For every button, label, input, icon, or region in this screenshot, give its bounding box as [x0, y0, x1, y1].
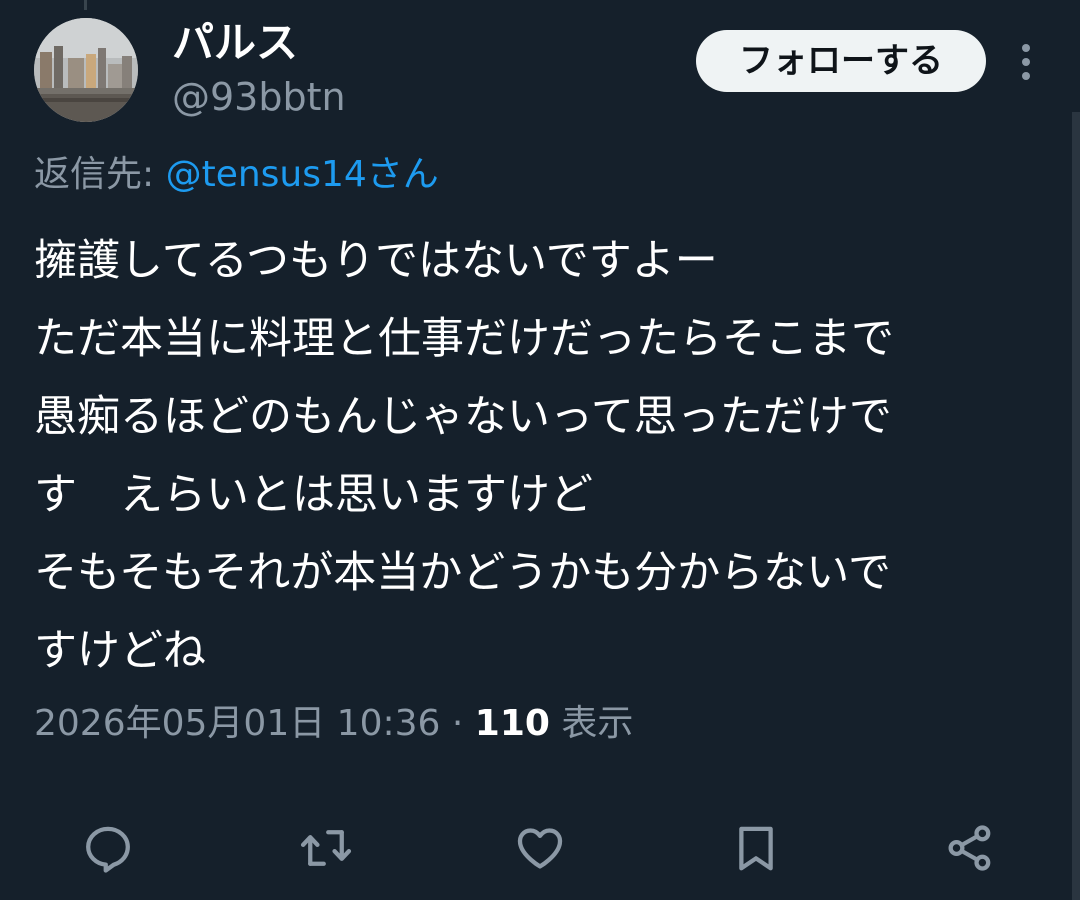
- reply-button[interactable]: [78, 818, 138, 878]
- bookmark-button[interactable]: [726, 818, 786, 878]
- action-bar: [0, 818, 1080, 878]
- tweet-text-line: そもそもそれが本当かどうかも分からないで: [34, 548, 891, 598]
- view-count: 110: [474, 703, 550, 744]
- avatar[interactable]: [34, 18, 138, 122]
- profile-photo-cityscape-icon: [34, 18, 138, 122]
- share-button[interactable]: [940, 818, 1000, 878]
- tweet-timestamp[interactable]: 2026年05月01日 10:36: [34, 703, 440, 744]
- reply-to-line: 返信先: @tensus14さん: [34, 152, 439, 198]
- heart-icon: [517, 828, 563, 869]
- bookmark-icon: [739, 826, 773, 871]
- reply-icon: [86, 826, 130, 873]
- user-handle[interactable]: @93bbtn: [172, 74, 346, 120]
- mention-suffix[interactable]: さん: [367, 154, 439, 195]
- thread-connector-line: [84, 0, 87, 10]
- tweet-text-line: 愚痴るほどのもんじゃないって思っただけで: [34, 392, 892, 442]
- retweet-button[interactable]: [296, 818, 356, 878]
- tweet-meta: 2026年05月01日 10:36 · 110 表示: [34, 700, 633, 748]
- mention-handle[interactable]: @tensus14: [166, 154, 367, 195]
- tweet-text-line: すけどね: [34, 626, 206, 676]
- view-count-label: 表示: [549, 703, 634, 744]
- follow-button[interactable]: フォローする: [696, 30, 986, 92]
- like-button[interactable]: [510, 818, 570, 878]
- share-icon: [948, 825, 991, 871]
- reply-to-prefix: 返信先:: [34, 154, 166, 195]
- retweet-icon: [300, 830, 352, 866]
- meta-separator: ·: [440, 703, 475, 744]
- tweet-text-line: 擁護してるつもりではないですよー: [34, 236, 718, 286]
- tweet-text: 擁護してるつもりではないですよー ただ本当に料理と仕事だけだったらそこまで 愚痴…: [34, 222, 1044, 690]
- user-display-name[interactable]: パルス: [172, 18, 298, 68]
- reply-to-mention[interactable]: @tensus14さん: [166, 154, 439, 195]
- scrollbar[interactable]: [1072, 112, 1080, 900]
- tweet-detail-page: パルス @93bbtn フォローする 返信先: @tensus14さん 擁護して…: [0, 0, 1080, 900]
- more-vertical-icon[interactable]: [1014, 40, 1038, 84]
- tweet-text-line: す えらいとは思いますけど: [34, 470, 593, 520]
- tweet-text-line: ただ本当に料理と仕事だけだったらそこまで: [34, 314, 894, 364]
